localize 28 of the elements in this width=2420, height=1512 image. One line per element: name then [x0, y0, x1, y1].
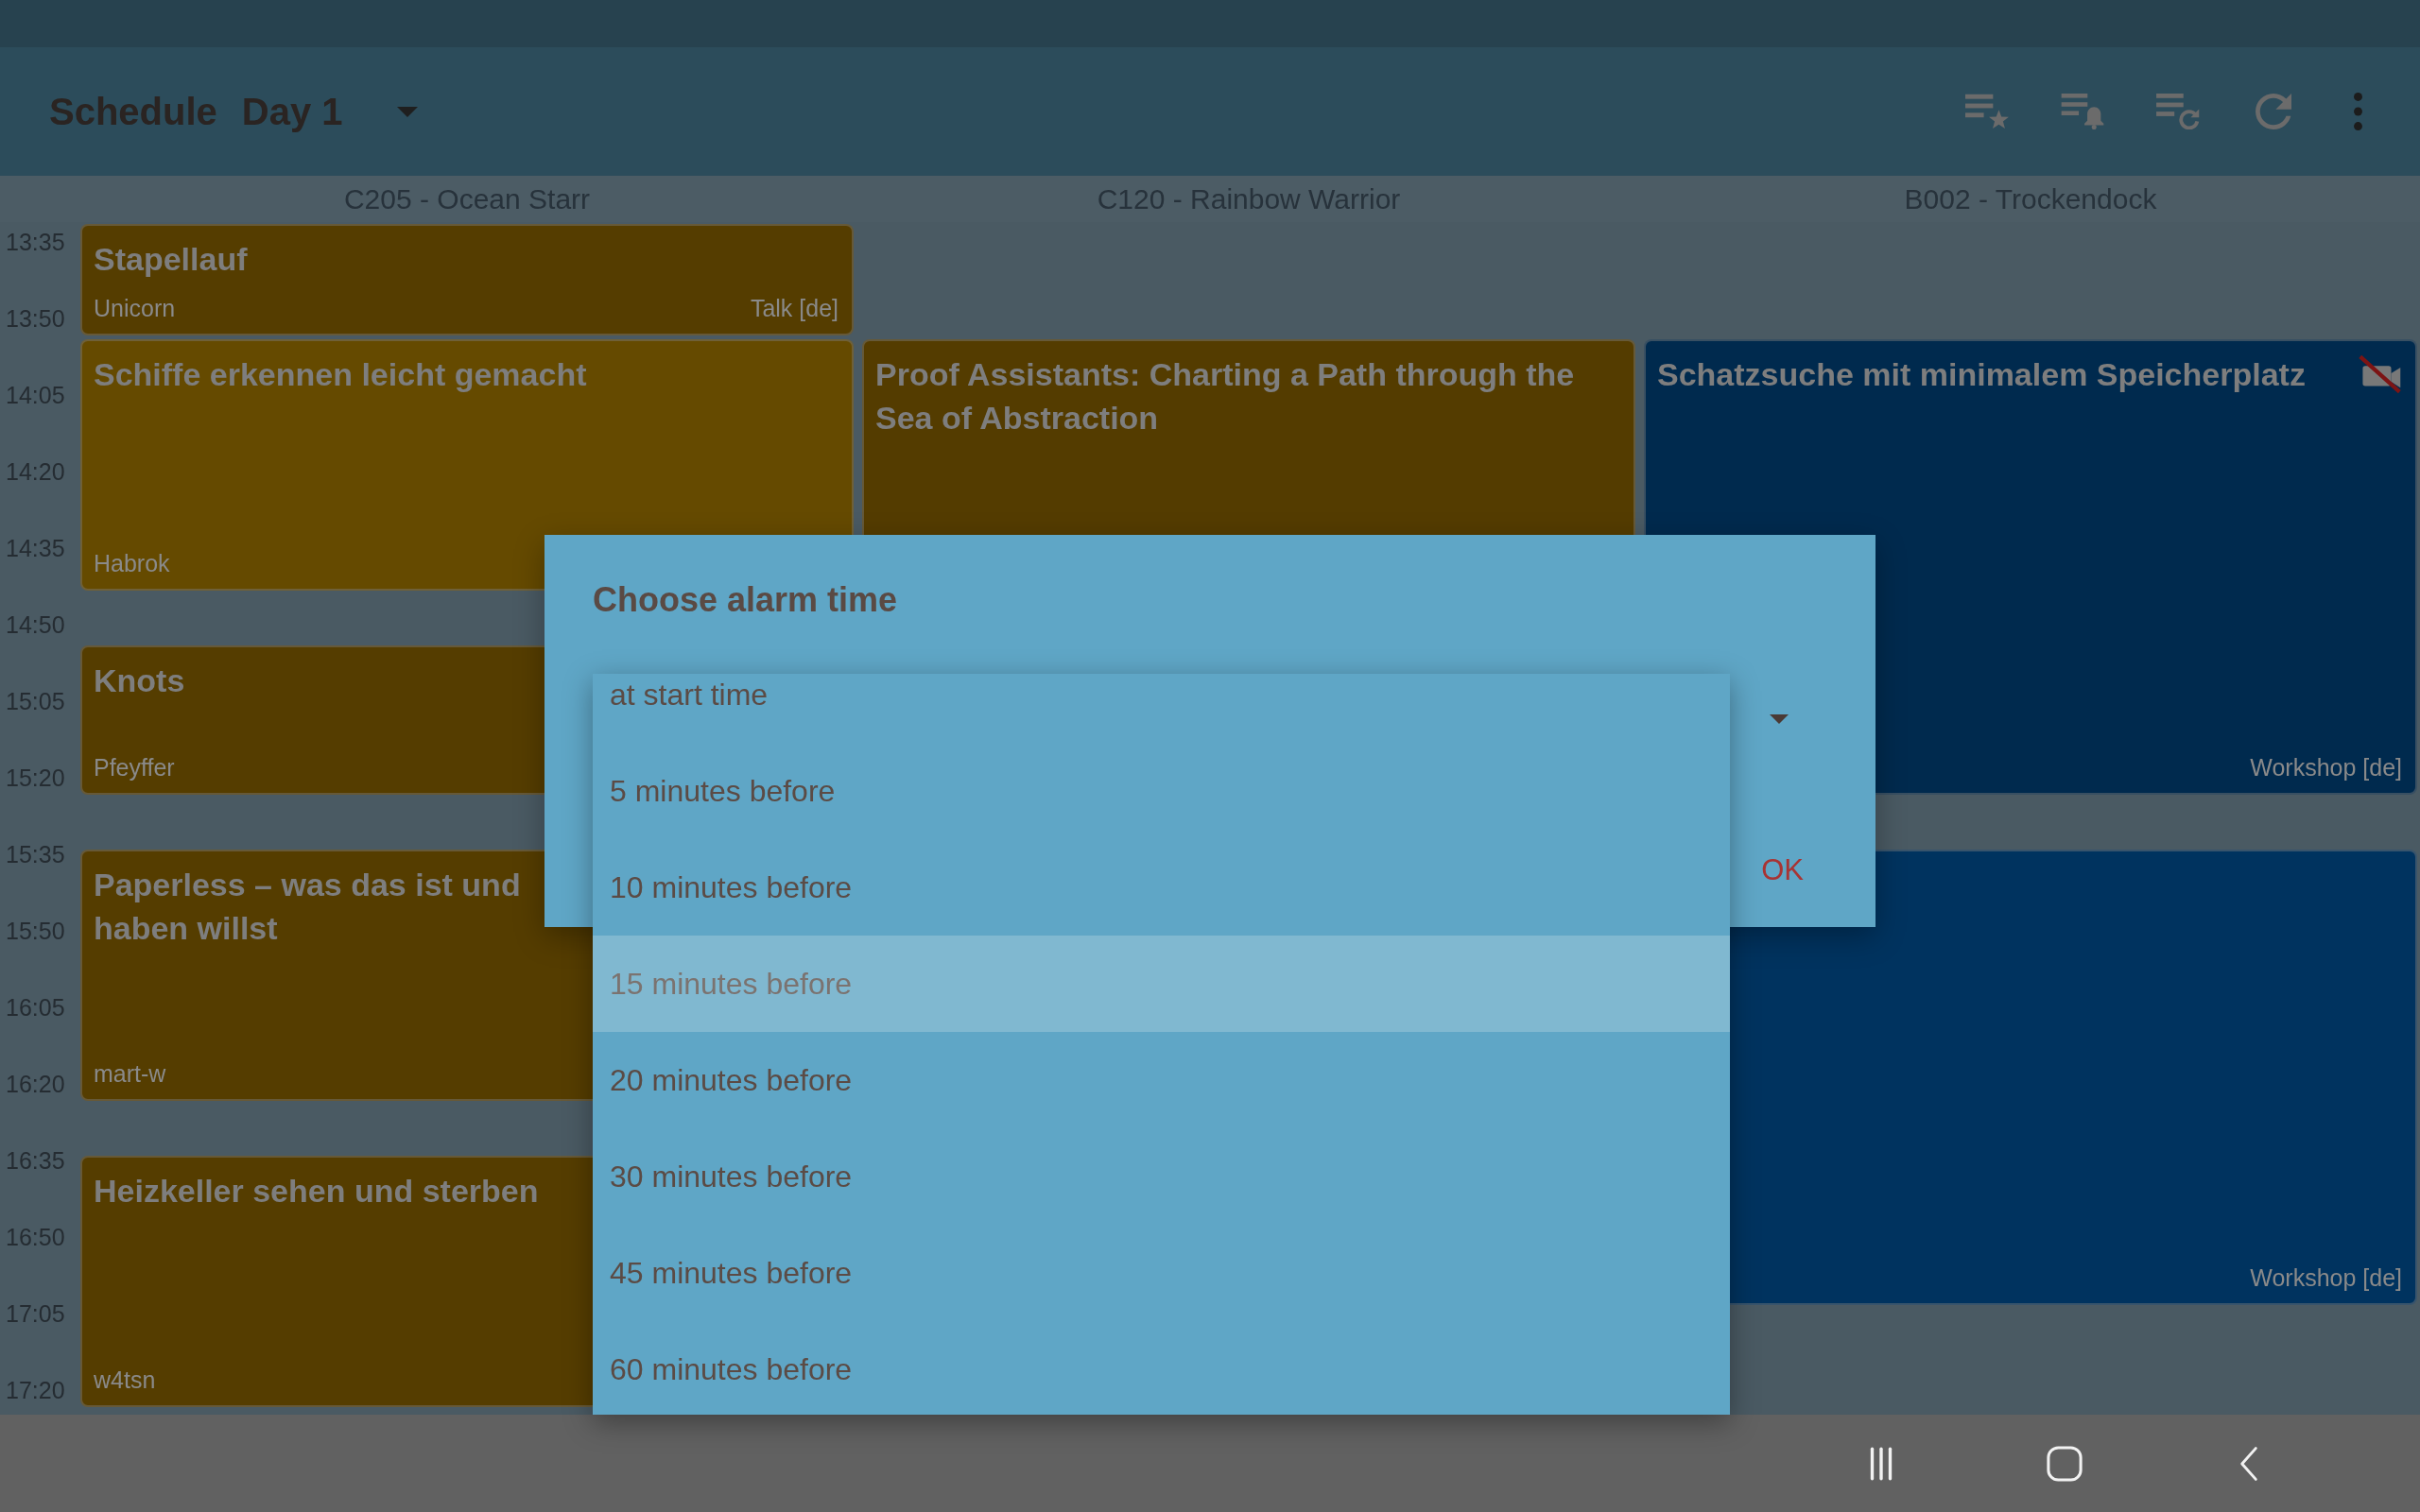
event-speaker: Unicorn: [94, 293, 176, 322]
list-refresh-icon[interactable]: [2156, 94, 2200, 129]
event-title: Knots: [94, 661, 185, 700]
list-star-icon[interactable]: [1965, 94, 2009, 129]
recent-apps-icon[interactable]: [1868, 1445, 1894, 1482]
day-select[interactable]: Day 1: [241, 89, 418, 134]
event-title: Heizkeller sehen und sterben: [94, 1171, 539, 1211]
list-bell-icon[interactable]: [2061, 94, 2104, 129]
more-options-icon[interactable]: [2353, 93, 2363, 130]
alarm-option[interactable]: 15 minutes before: [593, 936, 1730, 1032]
back-icon[interactable]: [2239, 1445, 2258, 1482]
caret-icon[interactable]: [1770, 714, 1789, 724]
event-speaker: w4tsn: [94, 1365, 156, 1394]
event-card[interactable]: Stapellauf Unicorn Talk [de]: [80, 224, 854, 335]
event-title: Schatzsuche mit minimalem Speicherplatz: [1657, 354, 2306, 394]
event-title: Proof Assistants: Charting a Path through the Sea of Abstraction: [875, 354, 1576, 438]
event-title: Stapellauf: [94, 240, 248, 279]
event-speaker: mart-w: [94, 1058, 166, 1088]
event-speaker: Pfeyffer: [94, 752, 175, 782]
event-type: Workshop [de]: [2250, 1263, 2402, 1292]
event-type: Workshop [de]: [2250, 752, 2402, 782]
event-speaker: Habrok: [94, 548, 170, 577]
event-title: Schiffe erkennen leicht gemacht: [94, 354, 587, 394]
event-title: Paperless – was das ist und haben willst: [94, 865, 521, 948]
caret-icon: [396, 106, 418, 117]
screen-title: Schedule: [49, 90, 217, 134]
home-icon[interactable]: [2047, 1445, 2083, 1482]
event-type: Talk [de]: [750, 293, 838, 322]
